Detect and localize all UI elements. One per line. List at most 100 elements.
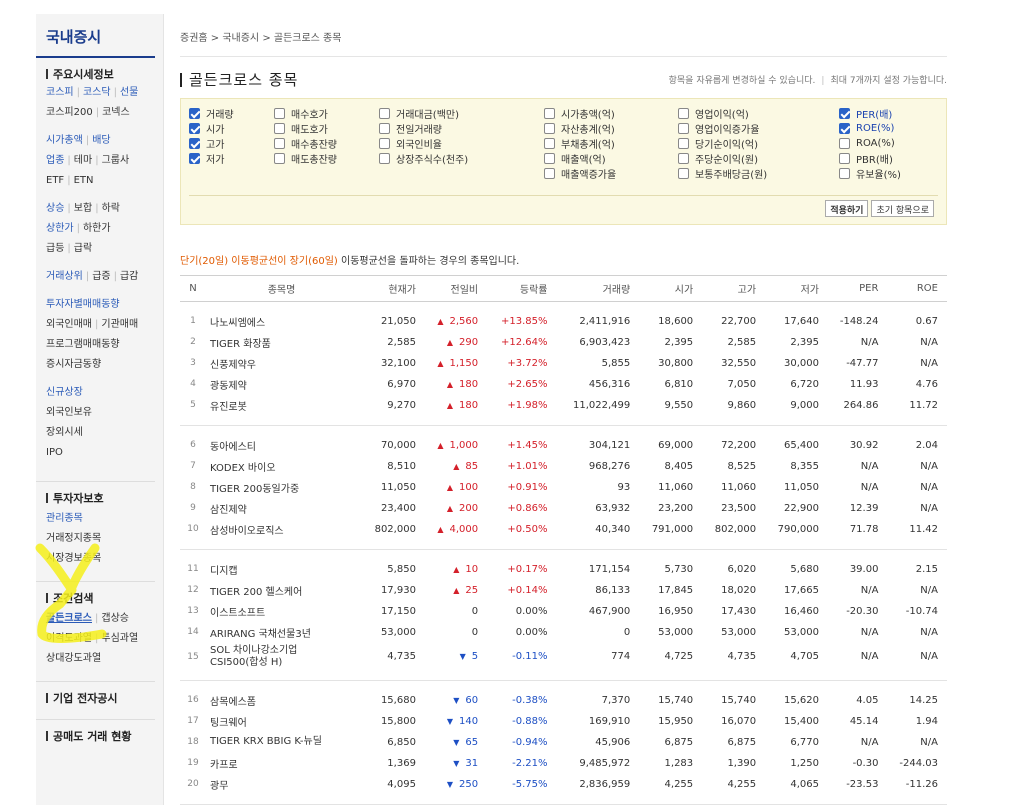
stock-name-link[interactable]: 디지캡	[206, 559, 362, 580]
stock-name-link[interactable]: 나노씨엠에스	[206, 311, 362, 332]
checkbox-unchecked[interactable]	[839, 168, 850, 179]
filter-option[interactable]: 유보율(%)	[839, 166, 901, 181]
sidebar-link-surge[interactable]: 급등	[46, 243, 64, 254]
table-row[interactable]: 3 신풍제약우 32,100 1,150 +3.72% 5,855 30,800 32,550…	[180, 353, 947, 374]
table-row[interactable]: 7 KODEX 바이오 8,510 85 +1.01% 968,276 8,405 8,525…	[180, 456, 947, 477]
table-row[interactable]: 1 나노씨엠에스 21,050 2,560 +13.85% 2,411,916 18,600…	[180, 311, 947, 332]
sidebar-link-flat[interactable]: 보합	[74, 203, 92, 214]
sidebar-link-volume-top[interactable]: 거래상위	[46, 271, 83, 282]
sidebar-link-relative-strength[interactable]: 상대강도과열	[46, 653, 101, 664]
sidebar-link-etn[interactable]: ETN	[74, 175, 94, 186]
filter-option[interactable]: 매도호가	[274, 121, 337, 136]
filter-option[interactable]: PER(배)	[839, 106, 901, 121]
stock-name-link[interactable]: 유진로봇	[206, 395, 362, 416]
sidebar-link-fall[interactable]: 하락	[102, 203, 120, 214]
filter-option[interactable]: 매수호가	[274, 106, 337, 121]
filter-option[interactable]: 저가	[189, 151, 234, 166]
sidebar-link-upper-limit[interactable]: 상한가	[46, 223, 74, 234]
sidebar-head-investor-protect[interactable]: 투자자보호	[46, 491, 163, 507]
checkbox-checked[interactable]	[189, 108, 200, 119]
filter-option[interactable]: 자산총계(억)	[544, 121, 616, 136]
checkbox-unchecked[interactable]	[274, 123, 285, 134]
checkbox-unchecked[interactable]	[544, 123, 555, 134]
reset-button[interactable]: 초기 항목으로	[871, 200, 934, 217]
stock-name-link[interactable]: TIGER KRX BBIG K-뉴딜	[206, 732, 362, 753]
sidebar-link-dividend[interactable]: 배당	[92, 135, 110, 146]
table-row[interactable]: 2 TIGER 화장품 2,585 290 +12.64% 6,903,423 2,395 2…	[180, 332, 947, 353]
table-row[interactable]: 10 삼성바이오로직스 802,000 4,000 +0.50% 40,340 791,00…	[180, 519, 947, 540]
table-row[interactable]: 14 ARIRANG 국채선물3년 53,000 0 0.00% 0 53,000 53,00…	[180, 622, 947, 643]
sidebar-link-volume-plunge[interactable]: 급감	[120, 271, 138, 282]
filter-option[interactable]: ROA(%)	[839, 136, 901, 151]
filter-option[interactable]: ROE(%)	[839, 121, 901, 136]
sidebar-link-disparity[interactable]: 이격도과열	[46, 633, 92, 644]
sidebar-link-gap-up[interactable]: 갭상승	[101, 613, 129, 624]
filter-option[interactable]: 거래대금(백만)	[379, 106, 468, 121]
sidebar-link-halted[interactable]: 거래정지종목	[46, 533, 101, 544]
table-row[interactable]: 13 이스트소프트 17,150 0 0.00% 467,900 16,950 17,430 1…	[180, 601, 947, 622]
sidebar-link-market-cap[interactable]: 시가총액	[46, 135, 83, 146]
filter-option[interactable]: 상장주식수(천주)	[379, 151, 468, 166]
filter-option[interactable]: 당기순이익(억)	[678, 136, 767, 151]
checkbox-unchecked[interactable]	[544, 108, 555, 119]
checkbox-unchecked[interactable]	[678, 153, 689, 164]
stock-name-link[interactable]: 신풍제약우	[206, 353, 362, 374]
stock-name-link[interactable]: ARIRANG 국채선물3년	[206, 622, 362, 643]
checkbox-unchecked[interactable]	[544, 153, 555, 164]
sidebar-link-plunge[interactable]: 급락	[74, 243, 92, 254]
sidebar-link-warning[interactable]: 시장경보종목	[46, 553, 101, 564]
filter-option[interactable]: 시가총액(억)	[544, 106, 616, 121]
sidebar-link-kosdaq[interactable]: 코스닥	[83, 87, 111, 98]
stock-name-link[interactable]: 카프로	[206, 753, 362, 774]
filter-option[interactable]: 영업이익증가율	[678, 121, 767, 136]
table-row[interactable]: 8 TIGER 200동일가중 11,050 100 +0.91% 93 11,060 11,…	[180, 477, 947, 498]
stock-name-link[interactable]: 광동제약	[206, 374, 362, 395]
sidebar-link-ipo[interactable]: IPO	[46, 447, 63, 458]
apply-button[interactable]: 적용하기	[825, 200, 869, 217]
checkbox-unchecked[interactable]	[839, 138, 850, 149]
checkbox-unchecked[interactable]	[274, 138, 285, 149]
checkbox-unchecked[interactable]	[274, 108, 285, 119]
stock-name-link[interactable]: 팅크웨어	[206, 711, 362, 732]
filter-option[interactable]: 매출액(억)	[544, 151, 616, 166]
stock-name-link[interactable]: 삼진제약	[206, 498, 362, 519]
sidebar-title[interactable]: 국내증시	[36, 14, 155, 58]
sidebar-link-foreign-trade[interactable]: 외국인매매	[46, 319, 92, 330]
table-row[interactable]: 15 SOL 차이나강소기업CSI500(합성 H) 4,735 5 -0.11% 774…	[180, 643, 947, 671]
checkbox-unchecked[interactable]	[544, 168, 555, 179]
table-row[interactable]: 9 삼진제약 23,400 200 +0.86% 63,932 23,200 23,500 22…	[180, 498, 947, 519]
sidebar-link-managed[interactable]: 관리종목	[46, 513, 83, 524]
checkbox-unchecked[interactable]	[678, 108, 689, 119]
filter-option[interactable]: 고가	[189, 136, 234, 151]
sidebar-link-foreign-hold[interactable]: 외국인보유	[46, 407, 92, 418]
checkbox-unchecked[interactable]	[379, 108, 390, 119]
sidebar-link-kospi200[interactable]: 코스피200	[46, 107, 93, 118]
sidebar-link-group[interactable]: 그룹사	[102, 155, 130, 166]
sidebar-link-sector[interactable]: 업종	[46, 155, 64, 166]
sidebar-link-deposit[interactable]: 증시자금동향	[46, 359, 101, 370]
checkbox-checked[interactable]	[839, 108, 850, 119]
stock-name-link[interactable]: TIGER 200동일가중	[206, 477, 362, 498]
checkbox-checked[interactable]	[189, 153, 200, 164]
stock-name-link[interactable]: 이스트소프트	[206, 601, 362, 622]
filter-option[interactable]: 매수총잔량	[274, 136, 337, 151]
sidebar-link-theme[interactable]: 테마	[74, 155, 92, 166]
sidebar-link-psych[interactable]: 투심과열	[101, 633, 138, 644]
filter-option[interactable]: 시가	[189, 121, 234, 136]
sidebar-link-institution-trade[interactable]: 기관매매	[101, 319, 138, 330]
filter-option[interactable]: PBR(배)	[839, 151, 901, 166]
stock-name-link[interactable]: 삼목에스폼	[206, 690, 362, 711]
sidebar-link-golden-cross[interactable]: 골든크로스	[46, 613, 92, 624]
sidebar-link-rise[interactable]: 상승	[46, 203, 64, 214]
sidebar-link-off-hours[interactable]: 장외시세	[46, 427, 83, 438]
stock-name-link[interactable]: SOL 차이나강소기업 CSI500(합성 H)	[206, 643, 362, 671]
checkbox-unchecked[interactable]	[379, 138, 390, 149]
stock-name-link[interactable]: TIGER 화장품	[206, 332, 362, 353]
sidebar-head-short-sale[interactable]: 공매도 거래 현황	[46, 729, 163, 745]
table-row[interactable]: 12 TIGER 200 헬스케어 17,930 25 +0.14% 86,133 17,8…	[180, 580, 947, 601]
sidebar-head-condition-search[interactable]: 조건검색	[46, 591, 163, 607]
checkbox-unchecked[interactable]	[379, 153, 390, 164]
table-row[interactable]: 19 카프로 1,369 31 -2.21% 9,485,972 1,283 1,390 1,2…	[180, 753, 947, 774]
sidebar-link-kospi[interactable]: 코스피	[46, 87, 74, 98]
sidebar-link-program-trade[interactable]: 프로그램매매동향	[46, 339, 120, 350]
